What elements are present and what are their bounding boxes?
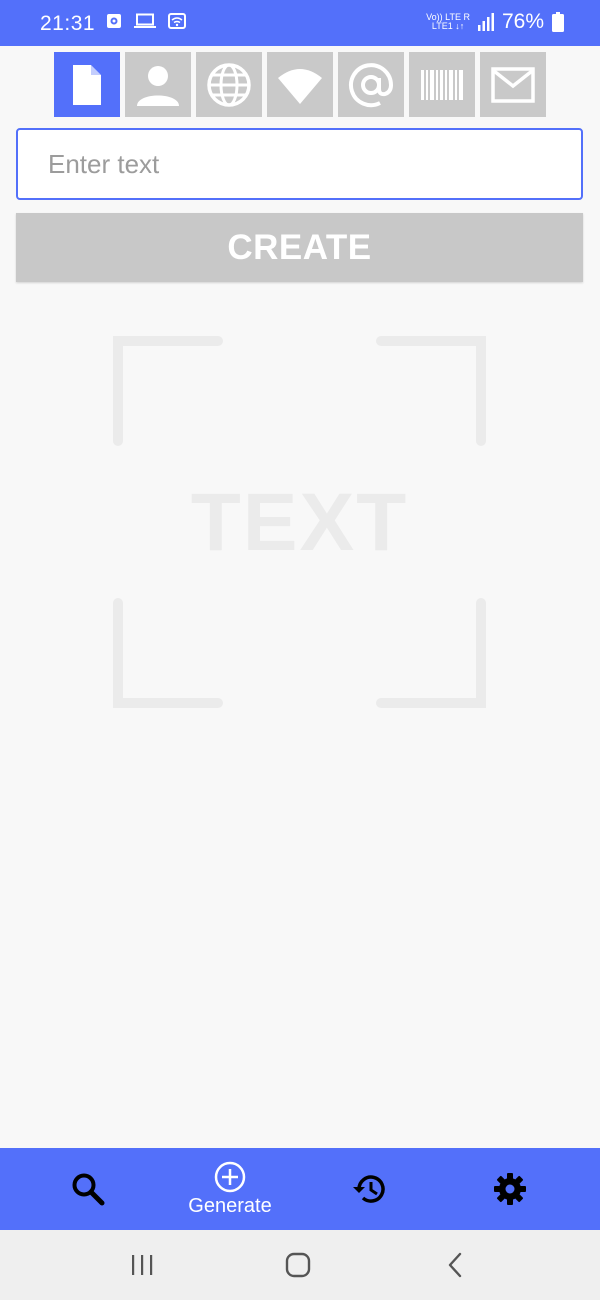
- globe-icon: [207, 62, 251, 107]
- nav-history[interactable]: [340, 1148, 400, 1230]
- signal-icon: [477, 13, 494, 31]
- create-button-label: CREATE: [227, 227, 372, 267]
- recents-button[interactable]: [112, 1230, 172, 1300]
- search-icon: [72, 1173, 105, 1206]
- media-icon: [107, 14, 121, 28]
- wifi-icon: [278, 68, 322, 104]
- home-icon: [285, 1252, 311, 1278]
- back-icon: [448, 1252, 462, 1278]
- at-icon: [349, 62, 394, 107]
- mail-icon: [491, 66, 535, 103]
- type-wifi-button[interactable]: [267, 52, 333, 117]
- code-preview-area: TEXT: [113, 336, 486, 708]
- code-type-selector: [54, 52, 546, 117]
- type-barcode-button[interactable]: [409, 52, 475, 117]
- network-indicator: Vo)) LTE R LTE1 ↓↑: [426, 13, 470, 31]
- create-button[interactable]: CREATE: [16, 213, 583, 282]
- battery-icon: [552, 12, 564, 32]
- type-email-button[interactable]: [338, 52, 404, 117]
- type-text-button[interactable]: [54, 52, 120, 117]
- text-input[interactable]: [18, 130, 581, 198]
- type-contact-button[interactable]: [125, 52, 191, 117]
- type-url-button[interactable]: [196, 52, 262, 117]
- text-input-container: [16, 128, 583, 200]
- text-file-icon: [73, 64, 101, 105]
- status-bar: 21:31 Vo)) LTE R LTE1 ↓↑ 76%: [0, 0, 600, 46]
- history-icon: [353, 1175, 385, 1203]
- type-mail-button[interactable]: [480, 52, 546, 117]
- back-button[interactable]: [425, 1230, 485, 1300]
- home-button[interactable]: [268, 1230, 328, 1300]
- nav-generate[interactable]: Generate: [170, 1148, 290, 1230]
- contact-icon: [137, 65, 179, 106]
- nav-scan[interactable]: [58, 1148, 118, 1230]
- gear-icon: [494, 1173, 526, 1205]
- barcode-icon: [421, 69, 463, 100]
- status-right: Vo)) LTE R LTE1 ↓↑ 76%: [426, 10, 564, 34]
- add-circle-icon: [214, 1161, 246, 1192]
- bottom-navigation: Generate: [0, 1148, 600, 1230]
- nav-generate-label: Generate: [188, 1194, 272, 1217]
- system-navigation-bar: [0, 1230, 600, 1300]
- preview-label: TEXT: [190, 477, 409, 568]
- battery-percent: 76%: [501, 10, 544, 33]
- status-left-icons: [106, 13, 186, 29]
- wifi-box-icon: [168, 13, 186, 29]
- recents-icon: [132, 1255, 153, 1275]
- nav-settings[interactable]: [480, 1148, 540, 1230]
- laptop-icon: [134, 13, 156, 28]
- status-time: 21:31: [40, 12, 96, 35]
- network-bottom: LTE1 ↓↑: [431, 21, 465, 31]
